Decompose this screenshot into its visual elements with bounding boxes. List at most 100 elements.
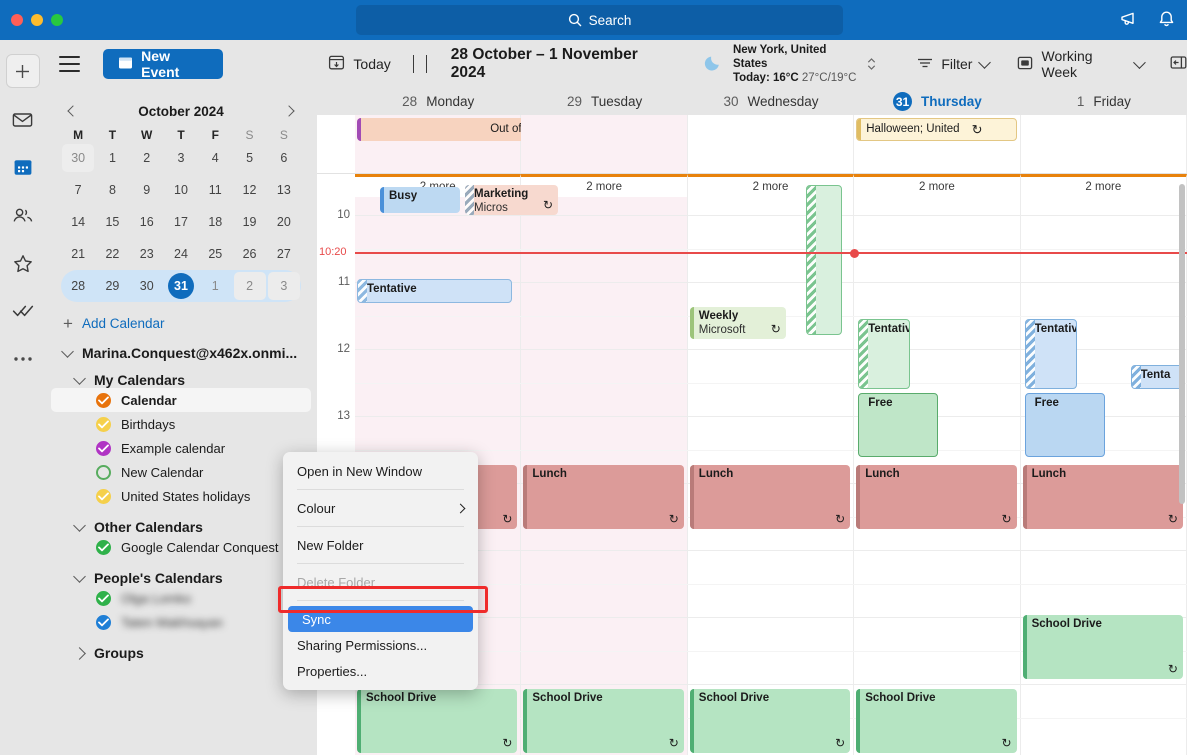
calendar-list-item[interactable]: Calendar: [51, 388, 311, 412]
mini-calendar-day[interactable]: 13: [267, 174, 301, 206]
people-icon[interactable]: [6, 198, 40, 232]
calendar-event[interactable]: Tenta: [1131, 365, 1183, 389]
menu-item-new-folder[interactable]: New Folder: [283, 532, 478, 558]
view-selector-button[interactable]: Working Week: [1017, 48, 1144, 80]
menu-item-open-in-new-window[interactable]: Open in New Window: [283, 458, 478, 484]
mini-calendar-day[interactable]: 26: [232, 238, 266, 270]
checked-circle-icon[interactable]: [96, 441, 111, 456]
mini-calendar-day[interactable]: 3: [267, 270, 301, 302]
today-button[interactable]: Today: [328, 54, 390, 74]
calendar-list-item[interactable]: Olga Lomko: [45, 586, 317, 610]
calendar-event[interactable]: Lunch↻: [1023, 465, 1183, 529]
vertical-scrollbar[interactable]: [1179, 184, 1185, 504]
more-events-link[interactable]: 2 more: [854, 174, 1020, 197]
mini-calendar-day[interactable]: 27: [267, 238, 301, 270]
mini-calendar-day[interactable]: 3: [164, 142, 198, 174]
chevron-down-icon[interactable]: [73, 570, 86, 583]
mini-calendar-day[interactable]: 18: [198, 206, 232, 238]
mini-calendar-day[interactable]: 23: [130, 238, 164, 270]
calendar-list-item[interactable]: United States holidays: [45, 484, 317, 508]
checked-circle-icon[interactable]: [96, 615, 111, 630]
all-day-cell[interactable]: Out of Office: [355, 115, 521, 173]
chevron-down-icon[interactable]: [1133, 56, 1145, 68]
calendar-icon[interactable]: [6, 150, 40, 184]
star-icon[interactable]: [6, 246, 40, 280]
mini-calendar-day[interactable]: 4: [198, 142, 232, 174]
mini-calendar-day[interactable]: 1: [198, 270, 232, 302]
sidebar-group-my-calendars[interactable]: My Calendars: [45, 372, 317, 388]
calendar-list-item[interactable]: New Calendar: [45, 460, 317, 484]
mini-calendar-day[interactable]: 14: [61, 206, 95, 238]
checked-circle-icon[interactable]: [96, 591, 111, 606]
chevron-down-icon[interactable]: [979, 56, 992, 69]
mini-calendar-day[interactable]: 21: [61, 238, 95, 270]
calendar-event[interactable]: School Drive↻: [690, 689, 850, 753]
context-menu[interactable]: Open in New WindowColourNew FolderDelete…: [283, 452, 478, 690]
chevron-right-icon[interactable]: [73, 647, 86, 660]
mini-calendar-day[interactable]: 15: [95, 206, 129, 238]
day-header[interactable]: 31Thursday: [854, 88, 1020, 115]
menu-item-sharing-permissions[interactable]: Sharing Permissions...: [283, 632, 478, 658]
mini-calendar-day[interactable]: 25: [198, 238, 232, 270]
all-day-cell[interactable]: [521, 115, 687, 173]
calendar-event[interactable]: MarketingMicros↻: [465, 185, 558, 215]
more-icon[interactable]: [6, 342, 40, 376]
mini-calendar-day[interactable]: 9: [130, 174, 164, 206]
sidebar-group-groups[interactable]: Groups: [45, 645, 317, 661]
mini-calendar-day[interactable]: 31: [164, 270, 198, 302]
calendar-list-item[interactable]: Google Calendar Conquest: [45, 535, 317, 559]
tasks-icon[interactable]: [6, 294, 40, 328]
mini-calendar-day[interactable]: 16: [130, 206, 164, 238]
checked-circle-icon[interactable]: [96, 393, 111, 408]
mini-calendar-day[interactable]: 30: [61, 142, 95, 174]
calendar-event[interactable]: Lunch↻: [523, 465, 683, 529]
window-controls[interactable]: [11, 14, 63, 26]
all-day-event[interactable]: Halloween; United↻: [856, 118, 1016, 141]
mini-calendar-day[interactable]: 2: [232, 270, 266, 302]
close-window-button[interactable]: [11, 14, 23, 26]
new-event-button[interactable]: New Event: [103, 49, 223, 79]
mini-calendar-day[interactable]: 12: [232, 174, 266, 206]
calendar-event[interactable]: Busy: [380, 187, 460, 213]
mini-calendar-day[interactable]: 24: [164, 238, 198, 270]
all-day-cell[interactable]: [688, 115, 854, 173]
mini-calendar-day[interactable]: 28: [61, 270, 95, 302]
sidebar-group-other-calendars[interactable]: Other Calendars: [45, 519, 317, 535]
maximize-window-button[interactable]: [51, 14, 63, 26]
mini-calendar-day[interactable]: 6: [267, 142, 301, 174]
menu-item-colour[interactable]: Colour: [283, 495, 478, 521]
menu-item-sync[interactable]: Sync: [288, 606, 473, 632]
all-day-cell[interactable]: Halloween; United↻: [854, 115, 1020, 173]
calendar-event[interactable]: Free: [1025, 393, 1105, 457]
calendar-event[interactable]: [806, 185, 842, 335]
search-input[interactable]: Search: [356, 5, 843, 35]
minimize-window-button[interactable]: [31, 14, 43, 26]
bell-icon[interactable]: [1158, 10, 1175, 28]
account-row[interactable]: Marina.Conquest@x462x.onmi...: [45, 345, 317, 361]
mini-calendar-day[interactable]: 20: [267, 206, 301, 238]
weather-stepper-icon[interactable]: [867, 57, 876, 71]
mini-calendar-next-button[interactable]: [277, 99, 301, 123]
toggle-side-panel-button[interactable]: [1170, 55, 1187, 73]
mini-calendar-day[interactable]: 19: [232, 206, 266, 238]
mini-calendar-day[interactable]: 22: [95, 238, 129, 270]
mini-calendar-day[interactable]: 17: [164, 206, 198, 238]
unchecked-circle-icon[interactable]: [96, 465, 111, 480]
mini-calendar-day[interactable]: 7: [61, 174, 95, 206]
calendar-event[interactable]: School Drive↻: [856, 689, 1016, 753]
mini-calendar-day[interactable]: 2: [130, 142, 164, 174]
calendar-list-item[interactable]: Taten Makhsayan: [45, 610, 317, 634]
day-header[interactable]: 29Tuesday: [521, 88, 687, 115]
calendar-list-item[interactable]: Example calendar: [45, 436, 317, 460]
mini-calendar-day[interactable]: 29: [95, 270, 129, 302]
calendar-event[interactable]: Tentative: [1025, 319, 1077, 389]
mini-calendar-day[interactable]: 1: [95, 142, 129, 174]
menu-item-properties[interactable]: Properties...: [283, 658, 478, 684]
previous-period-button[interactable]: [413, 55, 414, 73]
calendar-event[interactable]: Tentative: [858, 319, 910, 389]
chevron-down-icon[interactable]: [73, 372, 86, 385]
add-icon[interactable]: [6, 54, 40, 88]
mini-calendar-day[interactable]: 8: [95, 174, 129, 206]
calendar-event[interactable]: School Drive↻: [1023, 615, 1183, 679]
more-events-link[interactable]: 2 more: [1021, 174, 1187, 197]
